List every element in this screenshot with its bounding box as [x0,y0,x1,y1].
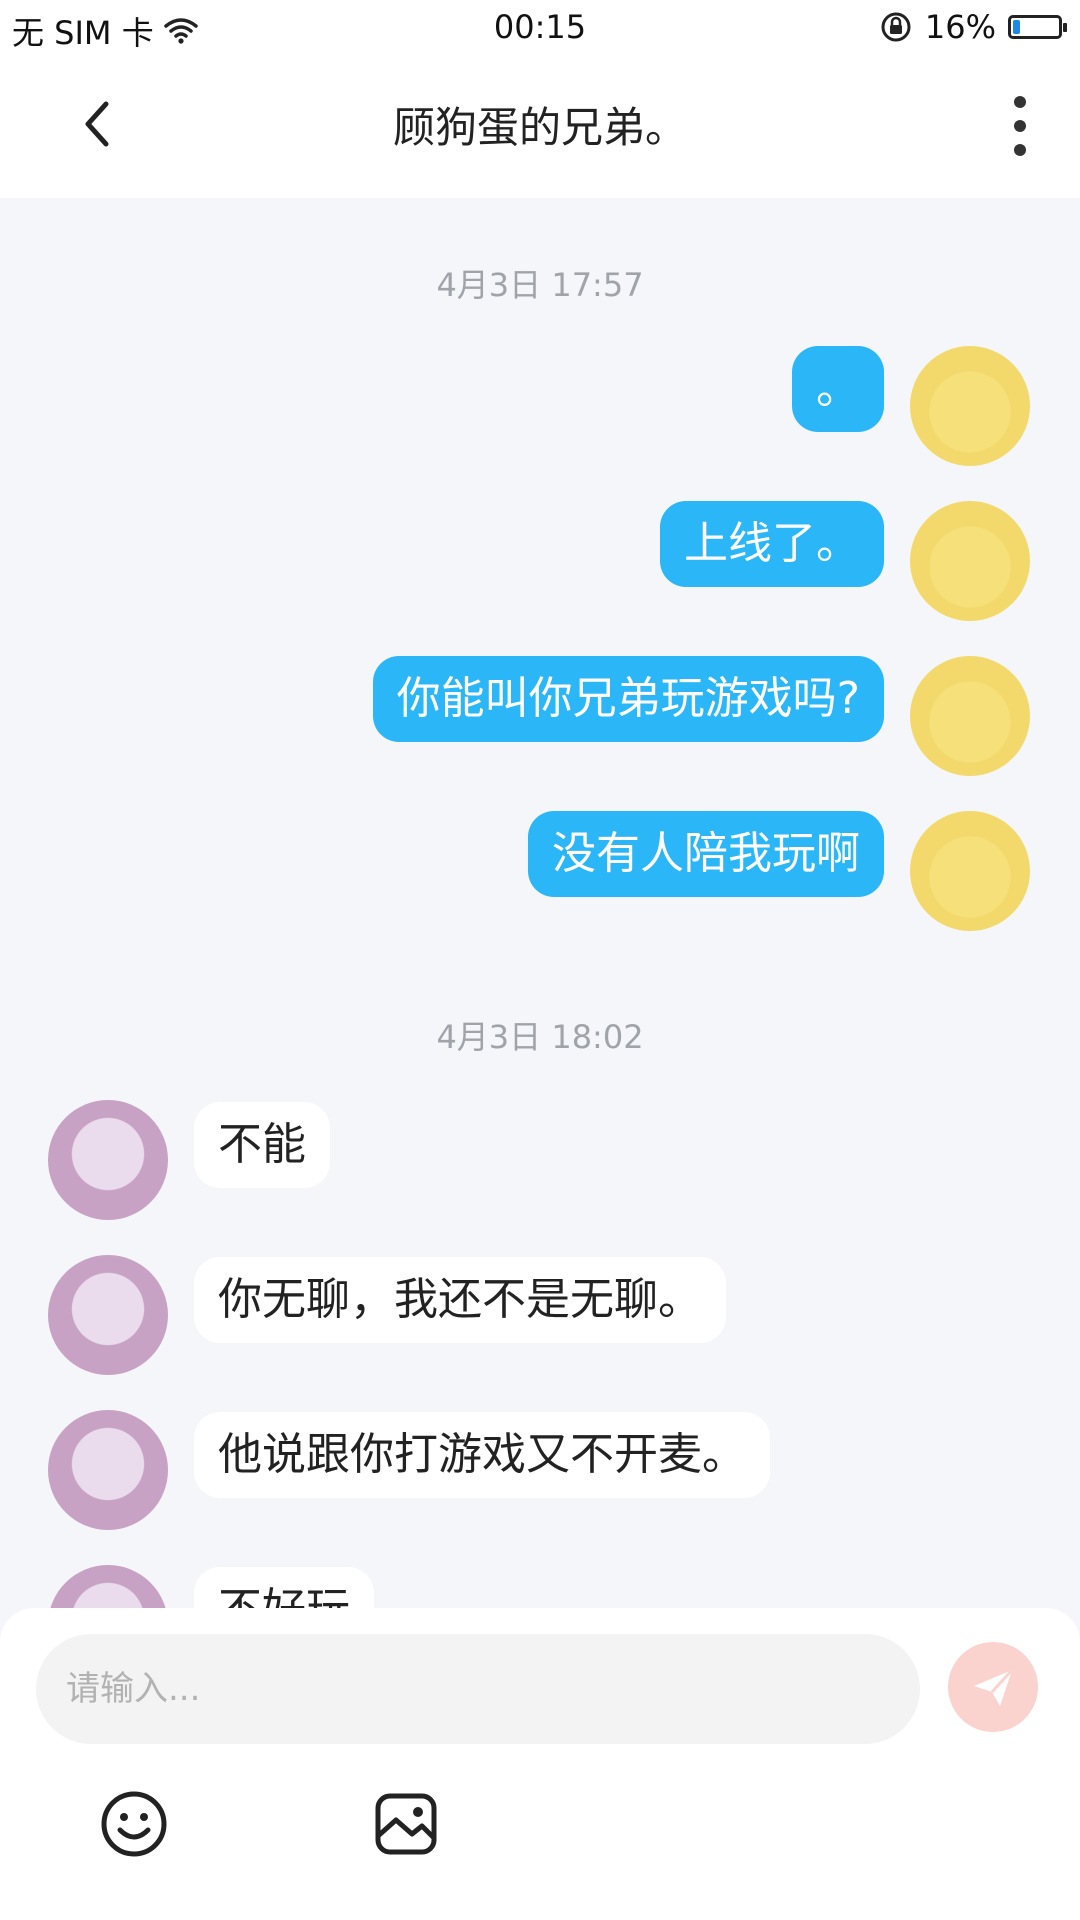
status-right: 16% [879,8,1067,46]
timestamp: 4月3日 17:57 [436,266,644,304]
message-bubble-me[interactable]: 你能叫你兄弟玩游戏吗? [372,656,884,742]
message-row-other: 不好玩 [0,1565,1080,1608]
battery-fill [1013,20,1020,34]
message-bubble-me[interactable]: 。 [792,346,884,432]
message-row-me: 。 [0,346,1080,466]
message-bubble-other[interactable]: 不好玩 [194,1567,374,1608]
page-title: 顾狗蛋的兄弟。 [392,103,687,152]
send-icon [974,1668,1014,1706]
message-bubble-other[interactable]: 他说跟你打游戏又不开麦。 [194,1412,770,1498]
avatar-other[interactable] [48,1100,168,1220]
status-bar: 无 SIM 卡 00:15 16% [0,0,1080,56]
timestamp: 4月3日 18:02 [436,1018,644,1056]
message-list[interactable]: 4月3日 17:57 。 上线了。 你能叫你兄弟玩游戏吗? 没有人陪我玩啊 4月… [0,198,1080,1608]
message-bubble-me[interactable]: 没有人陪我玩啊 [528,811,884,897]
image-icon[interactable] [370,1788,442,1860]
message-row-other: 你无聊，我还不是无聊。 [0,1255,1080,1375]
chat-header: 顾狗蛋的兄弟。 [0,56,1080,198]
message-input[interactable] [36,1634,920,1744]
message-row-other: 不能 [0,1100,1080,1220]
send-button[interactable] [948,1642,1038,1732]
emoji-icon[interactable] [98,1788,170,1860]
avatar-me[interactable] [910,346,1030,466]
avatar-other[interactable] [48,1410,168,1530]
battery-icon [1008,15,1067,39]
avatar-me[interactable] [910,656,1030,776]
rotation-lock-icon [881,12,911,42]
avatar-other[interactable] [48,1255,168,1375]
more-vertical-icon[interactable] [1000,96,1040,156]
message-bubble-other[interactable]: 不能 [194,1102,330,1188]
more-dot [1014,144,1026,156]
more-dot [1014,96,1026,108]
message-row-me: 没有人陪我玩啊 [0,811,1080,931]
message-row-me: 上线了。 [0,501,1080,621]
avatar-me[interactable] [910,501,1030,621]
composer-panel [0,1608,1080,1920]
message-row-other: 他说跟你打游戏又不开麦。 [0,1410,1080,1530]
battery-percent: 16% [924,8,996,46]
avatar-me[interactable] [910,811,1030,931]
more-dot [1014,120,1026,132]
message-bubble-other[interactable]: 你无聊，我还不是无聊。 [194,1257,726,1343]
message-row-me: 你能叫你兄弟玩游戏吗? [0,656,1080,776]
message-bubble-me[interactable]: 上线了。 [660,501,884,587]
avatar-other[interactable] [48,1565,168,1608]
